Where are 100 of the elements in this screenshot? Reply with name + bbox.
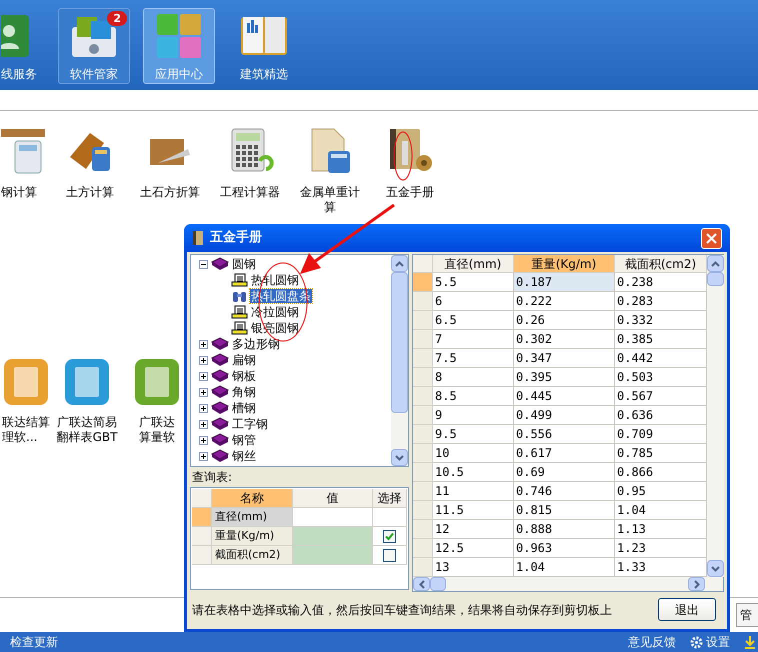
table-cell: 0.222 — [514, 292, 615, 311]
row-header[interactable] — [413, 520, 433, 539]
table-cell: 6.5 — [433, 311, 514, 330]
expand-icon[interactable] — [199, 404, 208, 412]
scrollbar-thumb[interactable] — [391, 272, 408, 413]
expand-icon[interactable] — [199, 452, 208, 460]
tree-item[interactable]: 工字钢 — [232, 417, 268, 431]
tree-item[interactable]: 钢丝 — [232, 449, 256, 463]
expand-icon[interactable] — [199, 436, 208, 444]
table-cell: 0.385 — [615, 330, 707, 349]
table-cell: 0.866 — [615, 463, 707, 482]
book-icon — [192, 230, 204, 246]
expand-icon[interactable] — [199, 388, 208, 396]
tool-item[interactable]: 土方计算 — [50, 127, 130, 215]
manage-button[interactable]: 管 — [736, 603, 758, 627]
row-header[interactable] — [192, 508, 212, 527]
settings-icon[interactable] — [690, 636, 703, 648]
expand-icon[interactable] — [199, 372, 208, 380]
nav-tab[interactable]: 建筑精选 — [228, 8, 300, 84]
tool-item[interactable]: 五金手册 — [370, 127, 450, 215]
corner-cell — [192, 489, 212, 508]
check-update-link[interactable]: 检查更新 — [10, 633, 58, 651]
tree-item[interactable]: 扁钢 — [232, 353, 256, 367]
table-cell: 1.33 — [615, 558, 707, 577]
row-header[interactable] — [192, 546, 212, 565]
vertical-scrollbar[interactable] — [391, 255, 408, 466]
nav-tab[interactable]: 线服务 — [0, 8, 45, 84]
row-header[interactable] — [413, 406, 433, 425]
table-cell: 0.499 — [514, 406, 615, 425]
row-header[interactable] — [413, 463, 433, 482]
tree-item[interactable]: 槽钢 — [232, 401, 256, 415]
tool-item[interactable]: 金属单重计算 — [290, 127, 370, 215]
column-header[interactable]: 选择 — [373, 489, 407, 508]
table-cell: 0.815 — [514, 501, 615, 520]
tool-item[interactable]: 工程计算器 — [210, 127, 290, 215]
table-cell: 9 — [433, 406, 514, 425]
row-header[interactable] — [413, 482, 433, 501]
tool-item[interactable]: 土石方折算 — [130, 127, 210, 215]
app-item[interactable]: 联达结算 理软... — [0, 357, 52, 445]
row-header[interactable] — [413, 387, 433, 406]
table-cell: 0.617 — [514, 444, 615, 463]
column-header[interactable]: 名称 — [212, 489, 293, 508]
scrollbar-thumb[interactable] — [707, 272, 724, 286]
table-cell: 0.785 — [615, 444, 707, 463]
row-header[interactable] — [413, 539, 433, 558]
people-icon — [1, 13, 31, 59]
table-cell: 0.567 — [615, 387, 707, 406]
expand-icon[interactable] — [199, 356, 208, 364]
tree-item[interactable]: 钢管 — [232, 433, 256, 447]
row-header[interactable] — [413, 349, 433, 368]
table-cell: 0.95 — [615, 482, 707, 501]
table-cell: 0.709 — [615, 425, 707, 444]
check-icon — [385, 532, 394, 540]
column-header[interactable]: 截面积(cm2) — [615, 255, 707, 273]
table-cell: 11.5 — [433, 501, 514, 520]
nav-tab[interactable]: 软件管家 2 — [58, 8, 130, 84]
expand-icon[interactable] — [199, 420, 208, 428]
row-header[interactable] — [413, 368, 433, 387]
book-icon — [211, 385, 229, 399]
tree-item[interactable]: 热轧圆钢 — [250, 273, 300, 287]
settings-link[interactable]: 设置 — [706, 633, 730, 651]
expand-icon[interactable] — [199, 340, 208, 348]
row-header[interactable] — [413, 311, 433, 330]
value-input[interactable] — [293, 508, 373, 527]
table-cell: 0.636 — [615, 406, 707, 425]
app-item[interactable]: 广联达 算量软 — [122, 357, 192, 445]
book-icon — [211, 401, 229, 415]
column-header[interactable]: 值 — [293, 489, 373, 508]
feedback-link[interactable]: 意见反馈 — [628, 633, 676, 651]
tree-item[interactable]: 角钢 — [232, 385, 256, 399]
scrollbar-thumb[interactable] — [430, 577, 446, 591]
column-header[interactable]: 重量(Kg/m) — [514, 255, 615, 273]
row-header[interactable] — [413, 330, 433, 349]
exit-button[interactable]: 退出 — [658, 598, 716, 621]
table-cell: 1.23 — [615, 539, 707, 558]
column-header[interactable]: 直径(mm) — [433, 255, 514, 273]
row-header[interactable] — [413, 501, 433, 520]
table-cell: 9.5 — [433, 425, 514, 444]
checkbox[interactable] — [383, 530, 396, 542]
row-header[interactable] — [413, 273, 433, 292]
tree-item[interactable]: 圆钢 — [232, 257, 256, 271]
row-header[interactable] — [413, 425, 433, 444]
collapse-icon[interactable] — [199, 260, 208, 268]
close-button[interactable] — [701, 228, 722, 248]
row-header[interactable] — [192, 527, 212, 546]
book-icon — [211, 257, 229, 271]
hint-text: 请在表格中选择或输入值，然后按回车键查询结果，结果将自动保存到剪切板上 — [192, 602, 612, 618]
table-cell: 0.442 — [615, 349, 707, 368]
app-item[interactable]: 广联达简易 翻样表GBT — [52, 357, 122, 445]
tree-item[interactable]: 多边形钢 — [232, 337, 280, 351]
document-icon — [231, 305, 248, 319]
checkbox[interactable] — [383, 548, 396, 562]
tree-item[interactable]: 钢板 — [232, 369, 256, 383]
row-header[interactable] — [413, 444, 433, 463]
table-cell: 8.5 — [433, 387, 514, 406]
tool-item[interactable]: 钢计算 — [0, 127, 50, 215]
badge: 2 — [107, 11, 127, 26]
vertical-scrollbar[interactable] — [707, 255, 724, 577]
download-icon[interactable] — [744, 635, 756, 649]
row-header[interactable] — [413, 292, 433, 311]
